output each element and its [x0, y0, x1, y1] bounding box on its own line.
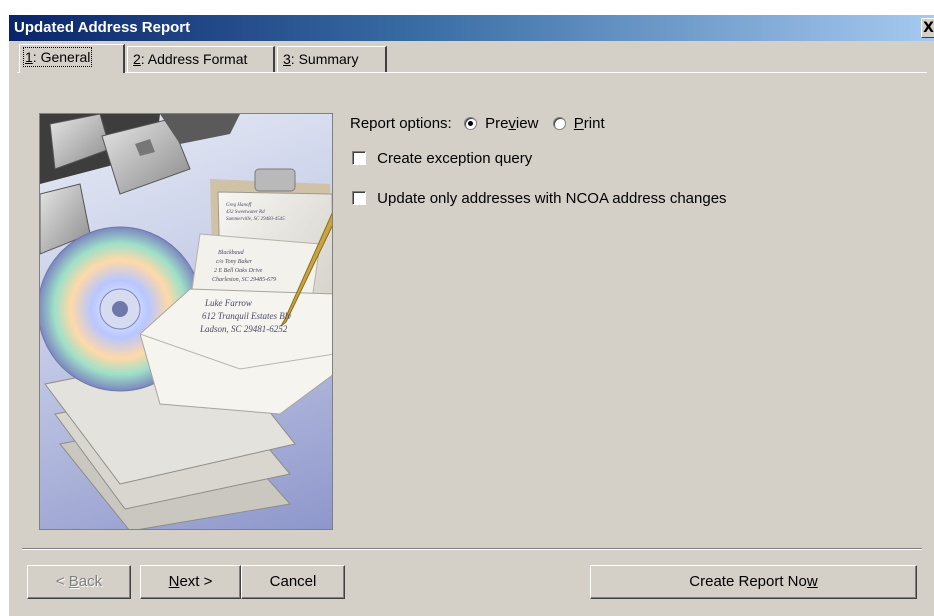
report-options-label: Report options:	[350, 115, 452, 132]
illustration-graphic: Greg Hanoff 432 Sweetwater Rd Summervill…	[40, 114, 332, 529]
print-option[interactable]: Print	[552, 115, 605, 132]
card-line-4: Charleston, SC 29485-679	[212, 276, 276, 283]
address-illustration: Greg Hanoff 432 Sweetwater Rd Summervill…	[39, 113, 333, 530]
create-exception-query-label: Create exception query	[377, 150, 533, 167]
clip-line-3: Summerville, SC 29483-4545	[226, 217, 285, 222]
print-radio[interactable]	[552, 117, 566, 130]
close-button[interactable]: X	[921, 18, 934, 38]
button-separator	[22, 548, 922, 550]
tab-address-format[interactable]: 2: Address Format	[127, 46, 275, 72]
tab-address-format-label: 2: Address Format	[133, 51, 248, 67]
clip-line-2: 432 Sweetwater Rd	[226, 210, 265, 215]
envelope-line-1: Luke Farrow	[204, 298, 252, 308]
update-ncoa-option[interactable]: Update only addresses with NCOA address …	[352, 190, 727, 207]
tab-summary[interactable]: 3: Summary	[277, 46, 387, 72]
clip-line-1: Greg Hanoff	[226, 203, 252, 208]
preview-label: Preview	[485, 115, 539, 132]
tab-general-label: 1: General	[22, 47, 93, 67]
update-ncoa-checkbox[interactable]	[352, 191, 366, 205]
envelope-line-3: Ladson, SC 29481-6252	[199, 324, 288, 334]
tab-general[interactable]: 1: General	[19, 44, 125, 73]
preview-radio[interactable]	[463, 117, 477, 130]
card-line-3: 2 E Bell Oaks Drive	[214, 268, 263, 274]
next-button[interactable]: Next >	[140, 565, 241, 599]
envelope-line-2: 612 Tranquil Estates Blv	[202, 311, 291, 321]
print-label: Print	[573, 115, 605, 132]
create-report-now-button[interactable]: Create Report Now	[590, 565, 917, 599]
close-icon: X	[923, 20, 934, 36]
back-button[interactable]: < Back	[27, 565, 131, 599]
card-line-1: Blackbaud	[218, 250, 245, 256]
update-ncoa-label: Update only addresses with NCOA address …	[377, 190, 727, 207]
cancel-button[interactable]: Cancel	[241, 565, 345, 599]
preview-option[interactable]: Preview	[463, 115, 543, 132]
tab-summary-label: 3: Summary	[283, 51, 359, 67]
report-options-row: Report options: Preview Print	[350, 115, 605, 132]
create-exception-query-checkbox[interactable]	[352, 151, 366, 165]
window-title: Updated Address Report	[14, 19, 191, 36]
card-line-2: c/o Tony Baker	[216, 259, 253, 265]
create-exception-query-option[interactable]: Create exception query	[352, 150, 532, 167]
title-bar[interactable]: Updated Address Report X	[9, 15, 934, 41]
